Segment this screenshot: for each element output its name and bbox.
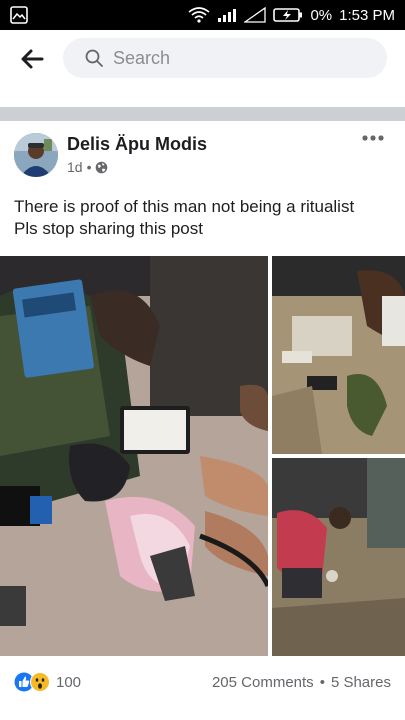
signal-empty-icon <box>244 7 267 23</box>
more-icon[interactable] <box>361 131 385 145</box>
signal-icon <box>218 9 237 22</box>
wow-reaction-icon <box>30 672 50 692</box>
stats-separator: • <box>319 674 325 691</box>
feed-separator <box>0 107 405 121</box>
wifi-icon <box>188 7 210 23</box>
meta-separator: • <box>86 159 92 175</box>
photo-top-right[interactable] <box>272 256 405 454</box>
post-header: Delis Äpu Modis 1d • <box>0 121 405 187</box>
post-meta: 1d • <box>67 159 108 175</box>
spacer <box>0 87 405 107</box>
search-header: Search <box>0 30 405 87</box>
post-stats: 205 Comments • 5 Shares <box>212 674 391 691</box>
comments-count[interactable]: 205 Comments <box>212 674 314 691</box>
photo-grid <box>0 256 405 656</box>
post-time[interactable]: 1d <box>67 159 83 175</box>
post-text-line-1: There is proof of this man not being a r… <box>14 197 355 216</box>
battery-icon <box>273 8 303 22</box>
battery-percent: 0% <box>310 6 333 24</box>
avatar[interactable] <box>14 133 58 177</box>
clock: 1:53 PM <box>339 6 395 24</box>
shares-count[interactable]: 5 Shares <box>331 674 391 691</box>
photo-bottom-right[interactable] <box>272 458 405 656</box>
status-bar: 0% 1:53 PM <box>0 0 405 30</box>
photo-main[interactable] <box>0 256 268 656</box>
author-name[interactable]: Delis Äpu Modis <box>67 134 207 155</box>
search-input[interactable]: Search <box>63 38 387 78</box>
post-footer: 100 205 Comments • 5 Shares <box>0 666 405 698</box>
post-text: There is proof of this man not being a r… <box>14 196 399 240</box>
back-arrow-icon[interactable] <box>20 48 44 70</box>
globe-icon <box>96 161 108 173</box>
reaction-count: 100 <box>56 673 82 691</box>
reactions-summary[interactable]: 100 <box>14 672 81 692</box>
search-icon <box>85 49 103 67</box>
gallery-icon <box>10 6 28 24</box>
search-placeholder: Search <box>113 48 171 68</box>
post-text-line-2: Pls stop sharing this post <box>14 219 203 238</box>
